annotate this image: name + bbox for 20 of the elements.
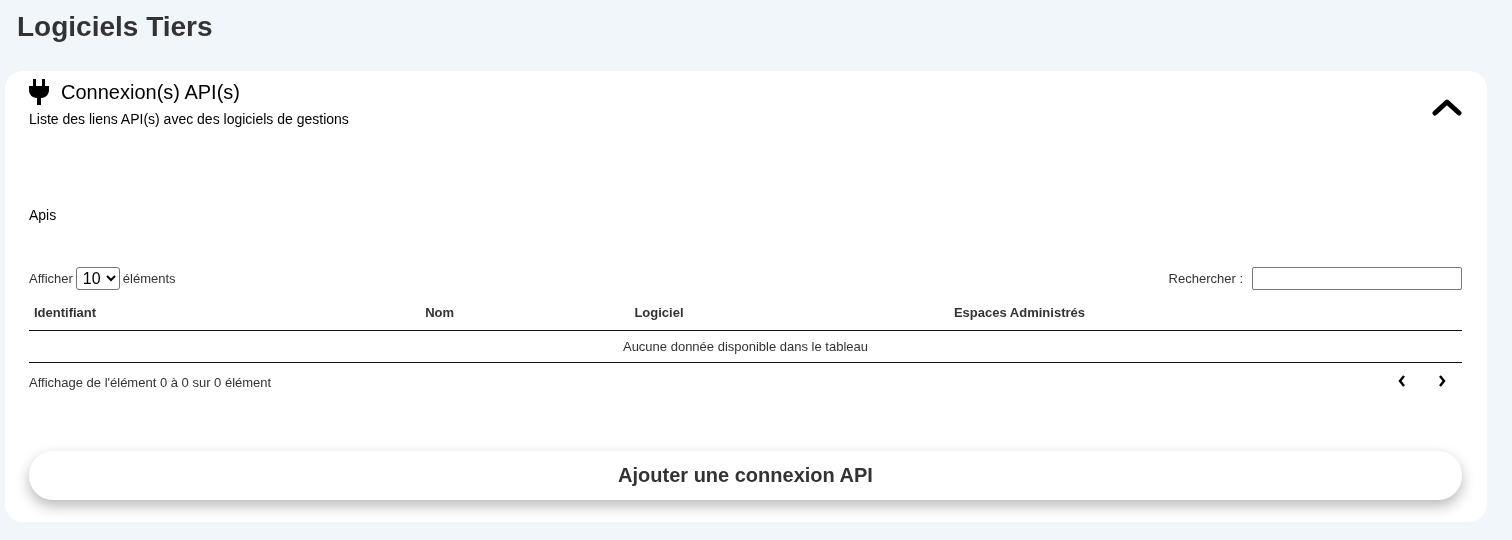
chevron-left-icon (1397, 374, 1407, 388)
column-header: Nom (425, 305, 455, 320)
chevron-right-icon (1437, 374, 1447, 388)
search-field[interactable] (1252, 267, 1462, 290)
section-title: Apis (29, 207, 58, 223)
table-info: Affichage de l'élément 0 à 0 sur 0 élément (29, 375, 272, 390)
plug-icon (29, 79, 49, 105)
chevron-icon (1432, 98, 1462, 116)
length-label: éléments (122, 271, 176, 286)
column-header: Espaces Administrés (953, 305, 1085, 320)
page-size-select[interactable]: 10 (75, 267, 120, 290)
card-title: Connexion(s) API(s) (61, 80, 240, 104)
add-connection-button[interactable]: Ajouter une connexion API (29, 451, 1462, 500)
length-label: Afficher (29, 271, 73, 286)
column-header: Logiciel (634, 305, 684, 320)
column-header: Identifiant (34, 305, 97, 320)
page-title: Logiciels Tiers (17, 10, 214, 44)
empty-message: Aucune donnée disponible dans le tableau (622, 339, 868, 354)
card-subtitle: Liste des liens API(s) avec des logiciels de gestions (29, 111, 349, 127)
search-label: Rechercher : (1168, 271, 1243, 286)
